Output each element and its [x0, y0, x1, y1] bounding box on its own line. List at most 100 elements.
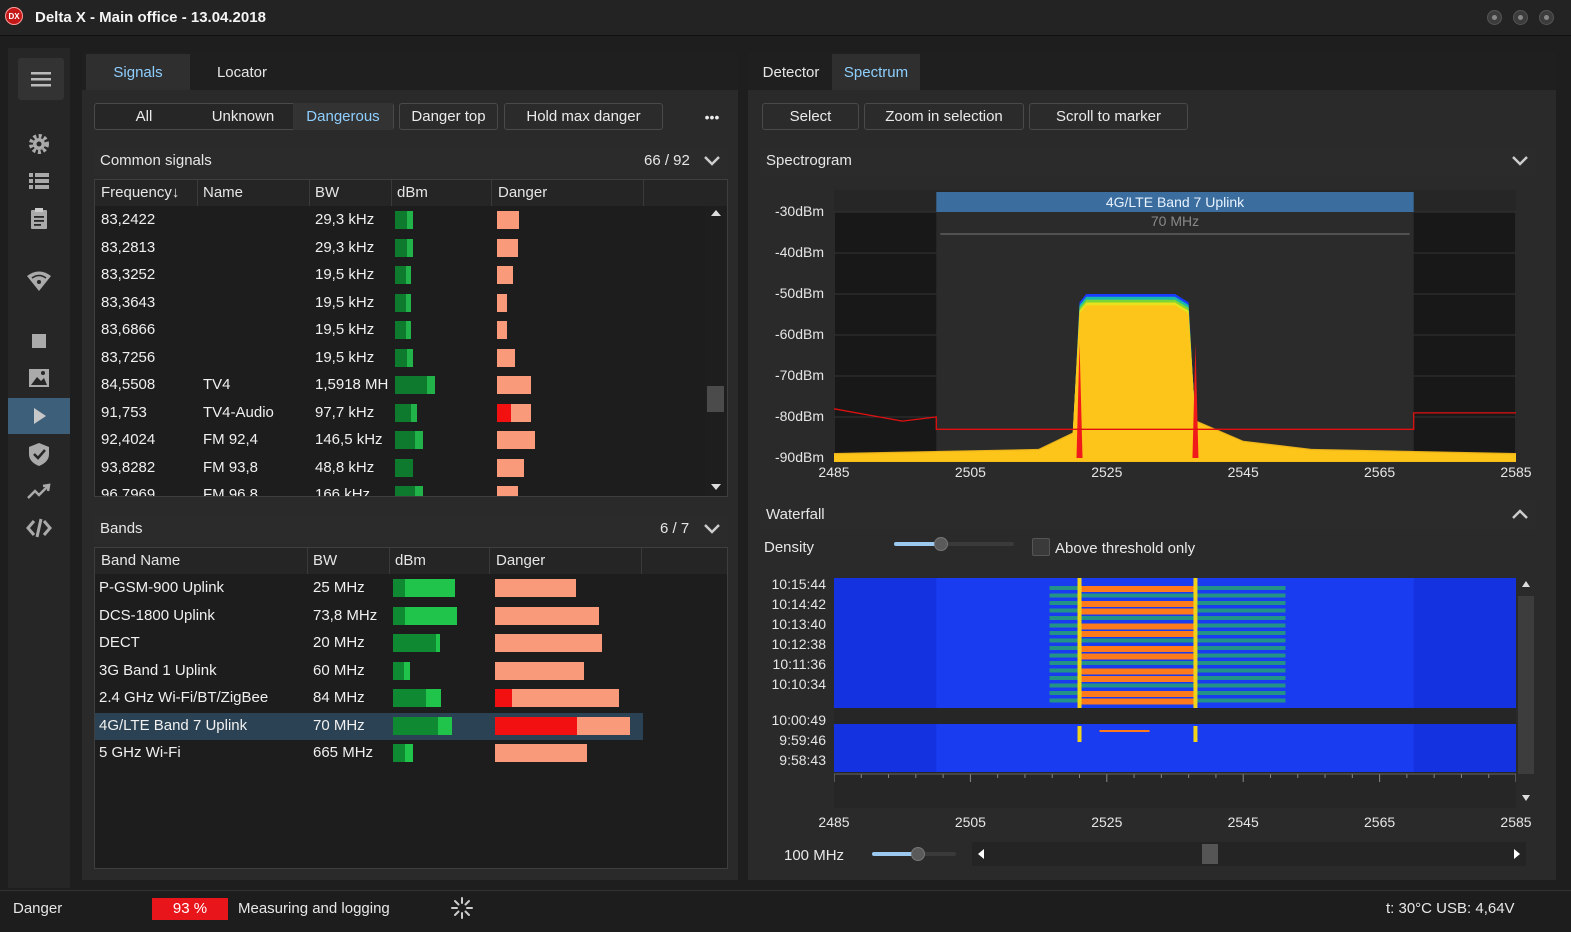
- table-row[interactable]: DCS-1800 Uplink 73,8 MHz: [95, 603, 727, 630]
- table-row[interactable]: 93,8282 FM 93,8 48,8 kHz: [95, 455, 727, 482]
- waterfall-scroll-thumb[interactable]: [1518, 596, 1534, 774]
- tab-spectrum[interactable]: Spectrum: [832, 54, 920, 90]
- signal-bw: 19,5 kHz: [315, 293, 375, 311]
- band-bw: 60 MHz: [313, 661, 365, 679]
- danger-bar: [497, 266, 513, 284]
- scroll-up-icon[interactable]: [1521, 580, 1531, 588]
- maximize-button[interactable]: [1513, 10, 1528, 25]
- signal-bw: 97,7 kHz: [315, 403, 375, 421]
- waterfall-scrollbar[interactable]: [1516, 578, 1536, 804]
- waterfall-streak-orange: [1079, 698, 1196, 705]
- waterfall-streak-orange: [1079, 646, 1196, 652]
- waterfall-streak-orange: [1079, 691, 1196, 697]
- table-row[interactable]: 4G/LTE Band 7 Uplink 70 MHz: [95, 712, 643, 740]
- table-row[interactable]: 3G Band 1 Uplink 60 MHz: [95, 658, 727, 685]
- signals-scrollbar[interactable]: [705, 206, 727, 496]
- tab-detector[interactable]: Detector: [750, 54, 832, 90]
- col-name[interactable]: Name: [203, 184, 243, 201]
- table-row[interactable]: 5 GHz Wi-Fi 665 MHz: [95, 740, 727, 767]
- table-row[interactable]: DECT 20 MHz: [95, 630, 727, 657]
- table-row[interactable]: 2.4 GHz Wi-Fi/BT/ZigBee 84 MHz: [95, 685, 727, 712]
- sidebar-item-code[interactable]: [8, 510, 70, 546]
- frequency-scroll-thumb[interactable]: [1202, 844, 1218, 864]
- minimize-button[interactable]: [1487, 10, 1502, 25]
- waterfall-chart[interactable]: [834, 578, 1516, 808]
- danger-bar-fill: [495, 716, 578, 735]
- dbm-bar-fill: [395, 486, 415, 496]
- table-row[interactable]: 84,5508 TV4 1,5918 MH: [95, 372, 727, 399]
- dbm-bar-fill: [395, 211, 407, 229]
- density-slider-knob[interactable]: [933, 537, 948, 551]
- sidebar-item-wireless[interactable]: [8, 262, 70, 298]
- sidebar-item-report[interactable]: [8, 200, 70, 236]
- spectrogram-chart[interactable]: 4G/LTE Band 7 Uplink 70 MHz: [834, 190, 1516, 462]
- sidebar-item-settings[interactable]: [8, 126, 70, 162]
- tab-signals[interactable]: Signals: [86, 54, 190, 90]
- table-row[interactable]: 83,6866 19,5 kHz: [95, 317, 727, 344]
- scroll-up-icon[interactable]: [710, 208, 722, 218]
- density-slider[interactable]: [894, 537, 1014, 551]
- col-band-dbm[interactable]: dBm: [395, 552, 426, 569]
- table-row[interactable]: 96,7969 FM 96,8 166 kHz: [95, 482, 727, 496]
- image-icon: [29, 369, 49, 387]
- waterfall-streak-green: [1049, 661, 1286, 665]
- chevron-down-icon[interactable]: [700, 149, 724, 173]
- sidebar-item-list[interactable]: [8, 163, 70, 199]
- filter-unknown[interactable]: Unknown: [193, 103, 293, 130]
- scroll-left-icon[interactable]: [976, 848, 986, 860]
- frequency-scroll[interactable]: [972, 842, 1526, 866]
- table-row[interactable]: 83,3252 19,5 kHz: [95, 262, 727, 289]
- table-row[interactable]: 83,3643 19,5 kHz: [95, 290, 727, 317]
- scroll-right-icon[interactable]: [1512, 848, 1522, 860]
- sidebar-item-shield[interactable]: [8, 436, 70, 472]
- above-threshold-checkbox[interactable]: [1032, 538, 1050, 556]
- signals-scroll-thumb[interactable]: [707, 386, 724, 412]
- col-band-danger[interactable]: Danger: [496, 552, 545, 569]
- sidebar-item-image[interactable]: [8, 360, 70, 396]
- close-button[interactable]: [1539, 10, 1554, 25]
- waterfall-edge: [1193, 578, 1198, 708]
- x-tick-label: 2585: [1500, 464, 1532, 480]
- danger-top-button[interactable]: Danger top: [399, 103, 498, 130]
- dbm-bar-fill: [395, 348, 407, 367]
- col-band-name[interactable]: Band Name: [101, 552, 180, 569]
- hold-max-danger-button[interactable]: Hold max danger: [504, 103, 663, 130]
- danger-bar: [495, 661, 585, 680]
- x-tick-label: 2505: [954, 464, 986, 480]
- select-button[interactable]: Select: [762, 103, 859, 130]
- scroll-down-icon[interactable]: [1521, 794, 1531, 802]
- table-row[interactable]: 83,7256 19,5 kHz: [95, 345, 727, 372]
- scroll-to-marker-button[interactable]: Scroll to marker: [1029, 103, 1188, 130]
- sidebar-item-trends[interactable]: [8, 473, 70, 509]
- col-bw[interactable]: BW: [315, 184, 339, 201]
- table-row[interactable]: P-GSM-900 Uplink 25 MHz: [95, 575, 727, 602]
- table-row[interactable]: 92,4024 FM 92,4 146,5 kHz: [95, 427, 727, 454]
- sidebar-item-stop[interactable]: [8, 323, 70, 359]
- col-frequency[interactable]: Frequency↓: [101, 184, 179, 201]
- menu-button[interactable]: [18, 58, 64, 100]
- dbm-bar: [393, 661, 411, 680]
- scroll-down-icon[interactable]: [710, 482, 722, 492]
- chevron-down-icon[interactable]: [700, 517, 724, 541]
- filter-dangerous[interactable]: Dangerous: [293, 103, 393, 130]
- more-options-button[interactable]: •••: [692, 103, 732, 130]
- chevron-up-icon[interactable]: [1508, 503, 1532, 527]
- table-row[interactable]: 91,753 TV4-Audio 97,7 kHz: [95, 400, 727, 427]
- filter-all[interactable]: All: [95, 103, 193, 130]
- col-dbm[interactable]: dBm: [397, 184, 428, 201]
- table-row[interactable]: 83,2813 29,3 kHz: [95, 235, 727, 262]
- signal-name: FM 93,8: [203, 458, 259, 476]
- table-row[interactable]: 83,2422 29,3 kHz: [95, 207, 727, 234]
- col-band-bw[interactable]: BW: [313, 552, 337, 569]
- danger-bar: [497, 376, 531, 394]
- sidebar-item-play[interactable]: [8, 398, 70, 434]
- tab-locator[interactable]: Locator: [190, 54, 294, 90]
- common-signals-thead: Frequency↓ Name BW dBm Danger: [95, 180, 727, 206]
- span-slider[interactable]: [872, 847, 956, 861]
- status-label: Danger: [13, 900, 63, 917]
- dbm-bar-fill: [393, 744, 405, 762]
- chevron-down-icon[interactable]: [1508, 149, 1532, 173]
- danger-bar: [495, 716, 630, 735]
- zoom-in-selection-button[interactable]: Zoom in selection: [864, 103, 1024, 130]
- col-danger[interactable]: Danger: [498, 184, 547, 201]
